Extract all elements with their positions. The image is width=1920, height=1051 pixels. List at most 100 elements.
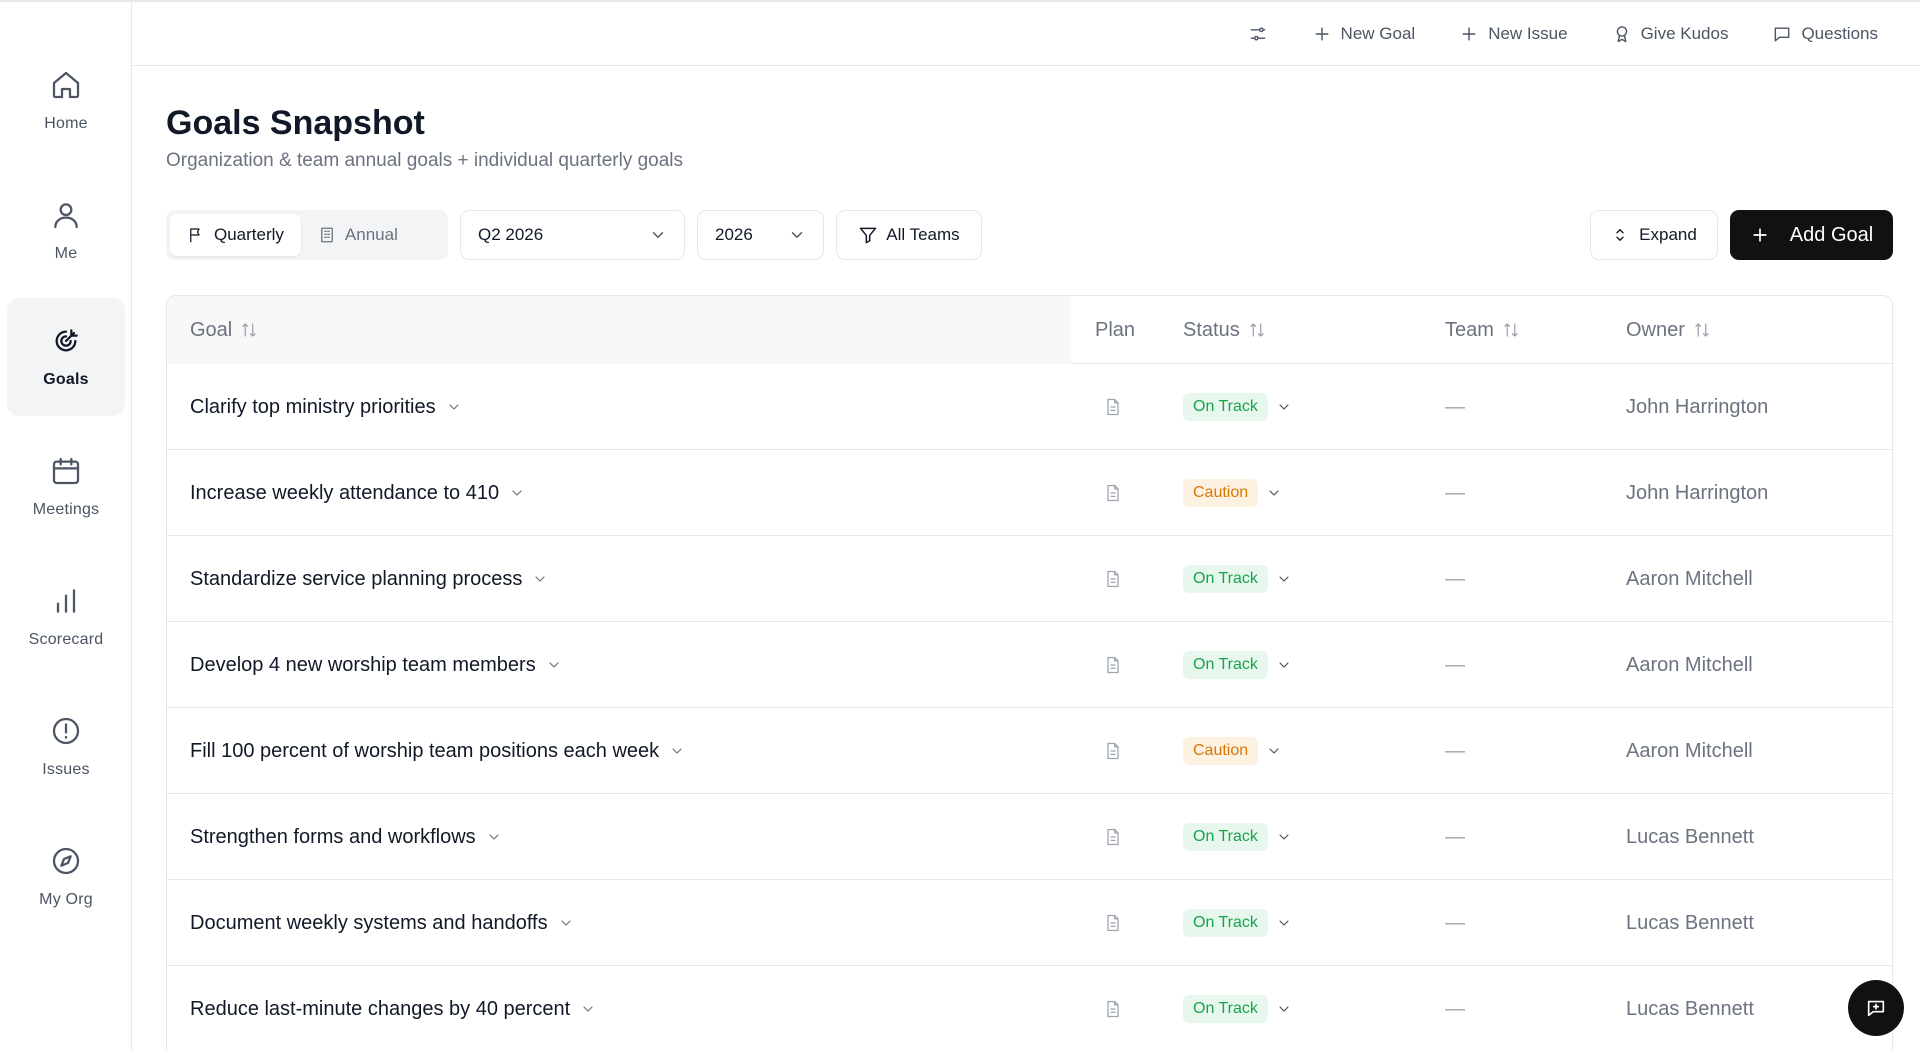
- status-badge: On Track: [1183, 565, 1268, 593]
- document-icon[interactable]: [1103, 913, 1123, 933]
- status-dropdown[interactable]: Caution: [1183, 708, 1282, 794]
- document-icon[interactable]: [1103, 999, 1123, 1019]
- plan-cell[interactable]: [1103, 880, 1123, 966]
- goal-title: Document weekly systems and handoffs: [190, 911, 548, 934]
- table-row[interactable]: Fill 100 percent of worship team positio…: [167, 708, 1892, 794]
- table-row[interactable]: Clarify top ministry priorities On Track —…: [167, 364, 1892, 450]
- owner-column-label: Owner: [1626, 318, 1685, 341]
- filter-icon: [860, 227, 877, 244]
- award-icon: [1616, 25, 1627, 42]
- sidebar-item-me[interactable]: Me: [7, 172, 125, 290]
- flag-icon: [190, 228, 200, 243]
- table-row[interactable]: Increase weekly attendance to 410 Caution…: [167, 450, 1892, 536]
- status-dropdown[interactable]: On Track: [1183, 536, 1292, 622]
- team-cell: —: [1445, 653, 1465, 676]
- sidebar-item-label: Issues: [42, 761, 90, 778]
- chevron-down-icon: [1269, 490, 1279, 496]
- new-issue-button[interactable]: New Issue: [1459, 14, 1568, 54]
- owner-cell: Aaron Mitchell: [1626, 653, 1753, 676]
- table-row[interactable]: Develop 4 new worship team members On Tra…: [167, 622, 1892, 708]
- plan-cell[interactable]: [1103, 966, 1123, 1051]
- chat-button[interactable]: [1848, 980, 1904, 1036]
- add-goal-button[interactable]: Add Goal: [1730, 210, 1893, 260]
- chevron-down-icon: [1279, 1006, 1289, 1012]
- quarter-select[interactable]: Q2 2026: [460, 210, 685, 260]
- goal-title: Develop 4 new worship team members: [190, 653, 536, 676]
- goal-cell[interactable]: Document weekly systems and handoffs: [190, 880, 574, 966]
- status-dropdown[interactable]: On Track: [1183, 364, 1292, 450]
- page-subtitle: Organization & team annual goals + indiv…: [166, 150, 684, 171]
- sidebar-item-issues[interactable]: Issues: [7, 688, 125, 806]
- table-row[interactable]: Standardize service planning process On T…: [167, 536, 1892, 622]
- chevron-down-icon[interactable]: [446, 399, 462, 415]
- chevron-down-icon[interactable]: [532, 571, 548, 587]
- sidebar-item-my-org[interactable]: My Org: [7, 818, 125, 936]
- document-icon[interactable]: [1103, 483, 1123, 503]
- document-icon[interactable]: [1103, 397, 1123, 417]
- document-icon[interactable]: [1103, 655, 1123, 675]
- compass-icon: [52, 847, 80, 875]
- sidebar-item-meetings[interactable]: Meetings: [7, 428, 125, 546]
- team-column-header[interactable]: Team: [1445, 296, 1520, 364]
- plan-cell[interactable]: [1103, 708, 1123, 794]
- view-settings-button[interactable]: [1248, 14, 1268, 54]
- calendar-icon: [52, 457, 80, 485]
- status-dropdown[interactable]: On Track: [1183, 966, 1292, 1051]
- document-icon[interactable]: [1103, 741, 1123, 761]
- teams-filter-button[interactable]: All Teams: [836, 210, 982, 260]
- plus-icon: [1462, 26, 1476, 41]
- document-icon[interactable]: [1103, 569, 1123, 589]
- expand-button[interactable]: Expand: [1590, 210, 1718, 260]
- goal-cell[interactable]: Reduce last-minute changes by 40 percent: [190, 966, 596, 1051]
- plan-cell[interactable]: [1103, 450, 1123, 536]
- new-issue-label: New Issue: [1488, 23, 1568, 43]
- chevron-down-icon: [1279, 920, 1289, 926]
- status-dropdown[interactable]: On Track: [1183, 622, 1292, 708]
- goal-column-header[interactable]: Goal: [190, 296, 258, 364]
- goal-cell[interactable]: Standardize service planning process: [190, 536, 548, 622]
- plan-cell[interactable]: [1103, 794, 1123, 880]
- goal-cell[interactable]: Clarify top ministry priorities: [190, 364, 462, 450]
- chevron-down-icon: [791, 232, 803, 238]
- table-row[interactable]: Strengthen forms and workflows On Track — L…: [167, 794, 1892, 880]
- questions-button[interactable]: Questions: [1772, 14, 1878, 54]
- chevron-down-icon[interactable]: [669, 743, 685, 759]
- plan-cell[interactable]: [1103, 364, 1123, 450]
- home-icon: [52, 71, 80, 99]
- sliders-icon: [1250, 26, 1265, 41]
- sidebar-item-scorecard[interactable]: Scorecard: [7, 558, 125, 676]
- table-row[interactable]: Reduce last-minute changes by 40 percent…: [167, 966, 1892, 1051]
- sidebar-item-goals[interactable]: Goals: [7, 298, 125, 416]
- goal-cell[interactable]: Fill 100 percent of worship team positio…: [190, 708, 685, 794]
- table-row[interactable]: Document weekly systems and handoffs On T…: [167, 880, 1892, 966]
- goal-cell[interactable]: Develop 4 new worship team members: [190, 622, 562, 708]
- annual-tab[interactable]: Annual: [301, 214, 415, 256]
- status-column-header[interactable]: Status: [1183, 296, 1266, 364]
- status-dropdown[interactable]: On Track: [1183, 880, 1292, 966]
- year-select[interactable]: 2026: [697, 210, 824, 260]
- sidebar-item-home[interactable]: Home: [7, 42, 125, 160]
- team-cell: —: [1445, 997, 1465, 1020]
- chevron-down-icon[interactable]: [558, 915, 574, 931]
- goal-title: Increase weekly attendance to 410: [190, 481, 500, 504]
- chevron-down-icon[interactable]: [546, 657, 562, 673]
- status-dropdown[interactable]: Caution: [1183, 450, 1282, 536]
- chevron-down-icon[interactable]: [509, 485, 525, 501]
- plan-cell[interactable]: [1103, 536, 1123, 622]
- owner-cell: Lucas Bennett: [1626, 997, 1754, 1020]
- chevron-down-icon: [1279, 576, 1289, 582]
- chevron-down-icon: [1279, 834, 1289, 840]
- quarterly-tab[interactable]: Quarterly: [170, 214, 301, 256]
- status-dropdown[interactable]: On Track: [1183, 794, 1292, 880]
- chevron-down-icon[interactable]: [486, 829, 502, 845]
- plan-cell[interactable]: [1103, 622, 1123, 708]
- goal-cell[interactable]: Strengthen forms and workflows: [190, 794, 502, 880]
- owner-column-header[interactable]: Owner: [1626, 296, 1711, 364]
- chevron-down-icon[interactable]: [580, 1001, 596, 1017]
- document-icon[interactable]: [1103, 827, 1123, 847]
- goal-cell[interactable]: Increase weekly attendance to 410: [190, 450, 525, 536]
- new-goal-button[interactable]: New Goal: [1312, 14, 1415, 54]
- alert-circle-icon: [52, 717, 80, 745]
- give-kudos-button[interactable]: Give Kudos: [1612, 14, 1728, 54]
- sidebar-item-label: Meetings: [32, 501, 100, 518]
